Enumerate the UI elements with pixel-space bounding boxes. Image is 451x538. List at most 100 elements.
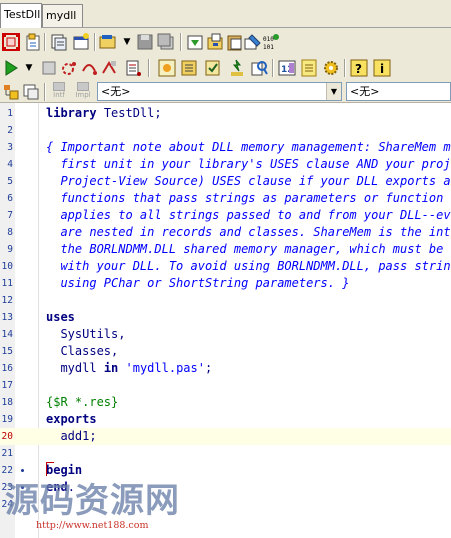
- binary-icon[interactable]: 010 101: [262, 33, 280, 51]
- code-line[interactable]: 3 { Important note about DLL memory manag…: [0, 139, 451, 156]
- line-number: 11: [1, 278, 13, 289]
- code-line[interactable]: 12: [0, 292, 451, 309]
- run-icon[interactable]: [2, 59, 20, 77]
- code-line[interactable]: 21: [0, 445, 451, 462]
- line-number: 20: [1, 431, 13, 442]
- code-text: mydll in 'mydll.pas';: [60, 361, 213, 375]
- code-text: using PChar or ShortString parameters. }: [46, 276, 350, 290]
- svg-text:?: ?: [355, 62, 362, 76]
- code-line[interactable]: 16 mydll in 'mydll.pas';: [0, 360, 451, 377]
- open-icon[interactable]: [99, 33, 117, 51]
- view-units-list-icon[interactable]: [180, 59, 198, 77]
- code-line[interactable]: 5 Project-View Source) USES clause if yo…: [0, 173, 451, 190]
- method-combo[interactable]: <无>: [346, 82, 451, 101]
- help-icon[interactable]: ?: [350, 59, 368, 77]
- code-line[interactable]: 19 exports: [0, 411, 451, 428]
- project-manager-icon[interactable]: [206, 33, 224, 51]
- executable-line-dot[interactable]: [21, 469, 24, 472]
- line-number: 15: [1, 346, 13, 357]
- code-text: add1;: [60, 429, 97, 443]
- code-line[interactable]: 1 library TestDll;: [0, 105, 451, 122]
- line-number: 13: [1, 312, 13, 323]
- code-text: first unit in your library's USES clause…: [60, 157, 451, 171]
- code-line[interactable]: 13 uses: [0, 309, 451, 326]
- method-combo-value: <无>: [350, 85, 380, 98]
- save-all-icon[interactable]: [157, 33, 175, 51]
- toggle-form-icon[interactable]: [186, 33, 204, 51]
- line-number: 7: [7, 210, 13, 221]
- code-text: applies to all strings passed to and fro…: [60, 208, 451, 222]
- code-line[interactable]: 2: [0, 122, 451, 139]
- code-line[interactable]: 7 applies to all strings passed to and f…: [0, 207, 451, 224]
- trace-into-icon[interactable]: [60, 59, 78, 77]
- line-number: 10: [1, 261, 13, 272]
- svg-text:i: i: [380, 62, 384, 76]
- chevron-down-icon[interactable]: ▼: [20, 59, 38, 77]
- new-item-icon[interactable]: [50, 33, 68, 51]
- code-line[interactable]: 10 with your DLL. To avoid using BORLNDM…: [0, 258, 451, 275]
- frame-icon[interactable]: [22, 83, 40, 101]
- step-over-icon[interactable]: [80, 59, 98, 77]
- line-number: 2: [7, 125, 13, 136]
- info-icon[interactable]: i: [373, 59, 391, 77]
- component-grid-icon[interactable]: [2, 33, 20, 51]
- code-line[interactable]: 20 add1;: [0, 428, 451, 445]
- view-unit-icon[interactable]: [124, 59, 142, 77]
- line-number: 19: [1, 414, 13, 425]
- tab-mydll[interactable]: mydll: [42, 4, 83, 27]
- clipboard-icon[interactable]: [226, 33, 244, 51]
- pause-icon[interactable]: [40, 59, 58, 77]
- code-text: Project-View Source) USES clause if your…: [60, 174, 451, 188]
- new-form-icon[interactable]: [72, 33, 90, 51]
- line-number: 3: [7, 142, 13, 153]
- chevron-down-icon[interactable]: ▼: [118, 33, 136, 51]
- implementation-button[interactable]: Impl: [72, 82, 94, 101]
- code-line[interactable]: 9 the BORLNDMM.DLL shared memory manager…: [0, 241, 451, 258]
- chevron-down-icon[interactable]: ▼: [326, 83, 341, 100]
- note-icon[interactable]: [300, 59, 318, 77]
- code-text: exports: [46, 412, 97, 426]
- unit-icon[interactable]: [24, 33, 42, 51]
- view-form-icon[interactable]: [158, 59, 176, 77]
- code-text: functions that pass strings as parameter…: [60, 191, 451, 205]
- interface-button-label: Intf: [53, 91, 65, 99]
- code-line[interactable]: 4 first unit in your library's USES clau…: [0, 156, 451, 173]
- code-text: the BORLNDMM.DLL shared memory manager, …: [60, 242, 451, 256]
- code-text: SysUtils,: [60, 327, 126, 341]
- implementation-button-label: Impl: [75, 91, 91, 99]
- code-line[interactable]: 6 functions that pass strings as paramet…: [0, 190, 451, 207]
- build-icon[interactable]: [228, 59, 246, 77]
- svg-text:010: 010: [263, 36, 274, 43]
- code-navigation-bar: Intf Impl <无> ▼ <无>: [0, 80, 451, 103]
- debug-toolbar: ▼ 12 ? i: [0, 56, 451, 80]
- line-number: 14: [1, 329, 13, 340]
- tab-label: mydll: [46, 9, 77, 22]
- code-line[interactable]: 15 Classes,: [0, 343, 451, 360]
- run-to-cursor-icon[interactable]: [100, 59, 118, 77]
- compile-icon[interactable]: [204, 59, 222, 77]
- interface-button[interactable]: Intf: [48, 82, 70, 101]
- line-number: 8: [7, 227, 13, 238]
- code-text: library TestDll;: [46, 106, 162, 120]
- class-combo[interactable]: <无> ▼: [97, 82, 342, 101]
- options-icon[interactable]: [322, 59, 340, 77]
- line-number: 1: [7, 108, 13, 119]
- layer-icon[interactable]: 12: [278, 59, 296, 77]
- code-text: with your DLL. To avoid using BORLNDMM.D…: [60, 259, 451, 273]
- class-combo-value: <无>: [101, 85, 131, 98]
- code-text: Classes,: [60, 344, 119, 358]
- structure-icon[interactable]: [2, 83, 20, 101]
- find-icon[interactable]: [250, 59, 268, 77]
- svg-text:101: 101: [263, 44, 274, 51]
- code-line[interactable]: 8 are nested in records and classes. Sha…: [0, 224, 451, 241]
- code-line[interactable]: 17: [0, 377, 451, 394]
- save-icon[interactable]: [136, 33, 154, 51]
- tab-testdll[interactable]: TestDll: [0, 3, 42, 28]
- line-number: 12: [1, 295, 13, 306]
- code-line[interactable]: 11 using PChar or ShortString parameters…: [0, 275, 451, 292]
- code-line[interactable]: 14 SysUtils,: [0, 326, 451, 343]
- watermark-url: http://www.net188.com: [36, 520, 149, 531]
- edit-icon[interactable]: [244, 33, 262, 51]
- code-line[interactable]: 18 {$R *.res}: [0, 394, 451, 411]
- tab-label: TestDll: [4, 8, 41, 21]
